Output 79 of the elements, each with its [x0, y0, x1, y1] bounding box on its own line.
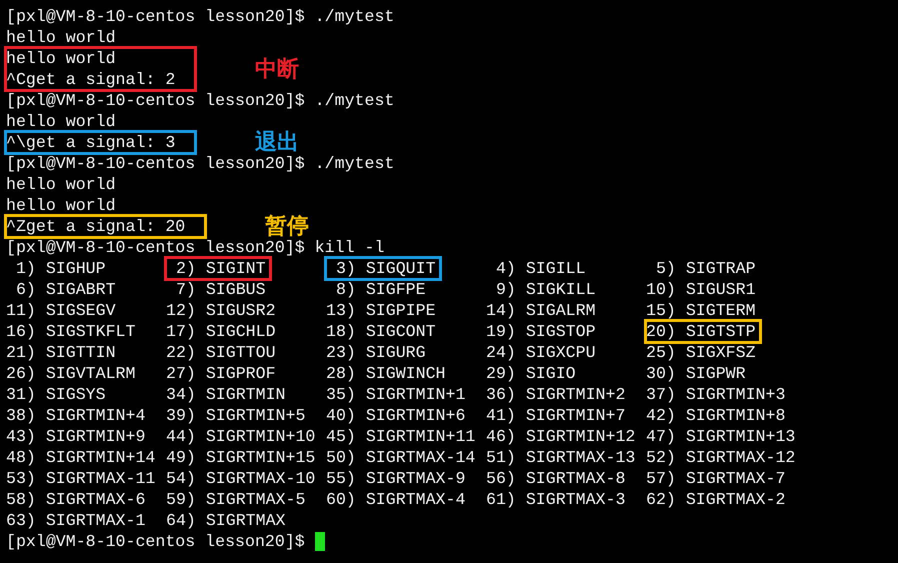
signal-entry: 4) SIGILL — [494, 258, 587, 279]
signal-entry: 6) SIGABRT — [14, 279, 117, 300]
signal-entry: 20) SIGTSTP — [646, 321, 760, 342]
signal-entry: 44) SIGRTMIN+10 — [166, 426, 316, 447]
signal-entry: 9) SIGKILL — [494, 279, 597, 300]
signal-entry: 63) SIGRTMAX-1 — [6, 510, 146, 531]
signal-entry: 52) SIGRTMAX-12 — [646, 447, 796, 468]
signal-entry: 42) SIGRTMIN+8 — [646, 405, 786, 426]
signal-entry: 47) SIGRTMIN+13 — [646, 426, 796, 447]
signal-entry: 45) SIGRTMIN+11 — [326, 426, 476, 447]
signal-entry: 2) SIGINT — [166, 258, 270, 279]
signal-entry: 43) SIGRTMIN+9 — [6, 426, 146, 447]
signal-entry: 40) SIGRTMIN+6 — [326, 405, 466, 426]
signal-entry: 46) SIGRTMIN+12 — [486, 426, 636, 447]
signal-entry: 31) SIGSYS — [6, 384, 107, 405]
signal-entry: 22) SIGTTOU — [166, 342, 277, 363]
signal-entry: 34) SIGRTMIN — [166, 384, 286, 405]
signal-entry: 39) SIGRTMIN+5 — [166, 405, 306, 426]
signal-entry: 55) SIGRTMAX-9 — [326, 468, 466, 489]
signal-entry: 19) SIGSTOP — [486, 321, 597, 342]
terminal-line: hello world — [6, 111, 117, 132]
signal-entry: 60) SIGRTMAX-4 — [326, 489, 466, 510]
annotation-label: 暂停 — [265, 216, 310, 237]
signal-entry: 8) SIGFPE — [334, 279, 427, 300]
signal-entry: 37) SIGRTMIN+3 — [646, 384, 786, 405]
signal-entry: 14) SIGALRM — [486, 300, 597, 321]
terminal-line: [pxl@VM-8-10-centos lesson20]$ ./mytest — [6, 153, 396, 174]
signal-entry: 18) SIGCONT — [326, 321, 437, 342]
signal-entry: 7) SIGBUS — [174, 279, 267, 300]
signal-entry: 29) SIGIO — [486, 363, 577, 384]
signal-entry: 49) SIGRTMIN+15 — [166, 447, 316, 468]
annotation-label: 退出 — [255, 132, 300, 153]
terminal-line: [pxl@VM-8-10-centos lesson20]$ kill -l — [6, 237, 386, 258]
cursor — [314, 532, 325, 551]
terminal-line: hello world — [6, 195, 117, 216]
annotation-label: 中断 — [255, 58, 300, 80]
signal-entry: 12) SIGUSR2 — [166, 300, 277, 321]
signal-entry: 56) SIGRTMAX-8 — [486, 468, 626, 489]
terminal-line: hello world — [6, 27, 117, 48]
signal-entry: 57) SIGRTMAX-7 — [646, 468, 786, 489]
signal-entry: 1) SIGHUP — [14, 258, 107, 279]
signal-entry: 10) SIGUSR1 — [646, 279, 757, 300]
signal-entry: 25) SIGXFSZ — [646, 342, 757, 363]
signal-entry: 59) SIGRTMAX-5 — [166, 489, 306, 510]
terminal-line: hello world — [6, 174, 117, 195]
signal-entry: 11) SIGSEGV — [6, 300, 117, 321]
signal-entry: 30) SIGPWR — [646, 363, 747, 384]
signal-entry: 5) SIGTRAP — [654, 258, 757, 279]
signal-entry: 64) SIGRTMAX — [166, 510, 286, 531]
signal-entry: 38) SIGRTMIN+4 — [6, 405, 146, 426]
signal-entry: 58) SIGRTMAX-6 — [6, 489, 146, 510]
terminal-line: ^Cget a signal: 2 — [6, 69, 176, 90]
signal-entry: 62) SIGRTMAX-2 — [646, 489, 786, 510]
signal-entry: 35) SIGRTMIN+1 — [326, 384, 466, 405]
signal-entry: 17) SIGCHLD — [166, 321, 277, 342]
signal-entry: 54) SIGRTMAX-10 — [166, 468, 316, 489]
signal-entry: 48) SIGRTMIN+14 — [6, 447, 156, 468]
terminal-line: hello world — [6, 48, 117, 69]
signal-entry: 50) SIGRTMAX-14 — [326, 447, 476, 468]
signal-entry: 41) SIGRTMIN+7 — [486, 405, 626, 426]
signal-entry: 51) SIGRTMAX-13 — [486, 447, 636, 468]
signal-entry: 13) SIGPIPE — [326, 300, 437, 321]
signal-entry: 61) SIGRTMAX-3 — [486, 489, 626, 510]
signal-entry: 36) SIGRTMIN+2 — [486, 384, 626, 405]
signal-entry: 26) SIGVTALRM — [6, 363, 136, 384]
signal-entry: 23) SIGURG — [326, 342, 427, 363]
terminal-line: ^Zget a signal: 20 — [6, 216, 186, 237]
signal-entry: 28) SIGWINCH — [326, 363, 446, 384]
signal-entry: 53) SIGRTMAX-11 — [6, 468, 156, 489]
signal-entry: 3) SIGQUIT — [326, 258, 440, 279]
shell-prompt: [pxl@VM-8-10-centos lesson20]$ — [6, 531, 305, 552]
signal-entry: 24) SIGXCPU — [486, 342, 597, 363]
terminal-line: ^\get a signal: 3 — [6, 132, 176, 153]
signal-entry: 15) SIGTERM — [646, 300, 757, 321]
terminal-line: [pxl@VM-8-10-centos lesson20]$ ./mytest — [6, 90, 396, 111]
signal-entry: 21) SIGTTIN — [6, 342, 117, 363]
terminal-line: [pxl@VM-8-10-centos lesson20]$ ./mytest — [6, 6, 396, 27]
signal-entry: 27) SIGPROF — [166, 363, 277, 384]
signal-entry: 16) SIGSTKFLT — [6, 321, 136, 342]
